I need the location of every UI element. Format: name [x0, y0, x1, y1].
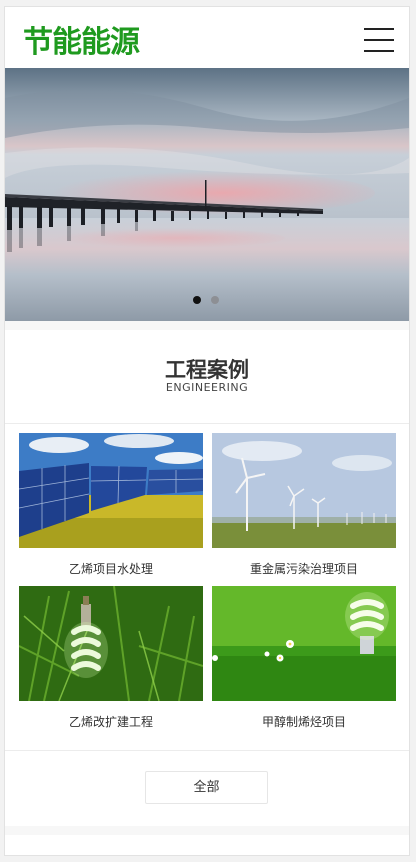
case-image-bulb-with-daisies — [212, 586, 396, 701]
slider-dot-active[interactable] — [193, 296, 201, 304]
menu-bar — [364, 28, 394, 30]
case-image-solar-panels — [19, 433, 203, 548]
case-card[interactable]: 甲醇制烯烃项目 — [212, 586, 396, 730]
site-header: 节能能源 — [5, 7, 409, 68]
page-frame: 节能能源 工程案例 ENGINEERING 乙烯项目水处理 重金属污染治理项目 … — [4, 6, 410, 856]
menu-bar — [364, 39, 394, 41]
case-image-wind-turbines — [212, 433, 396, 548]
case-caption: 乙烯项目水处理 — [68, 562, 153, 576]
engineering-section: 工程案例 ENGINEERING 乙烯项目水处理 重金属污染治理项目 乙烯改扩建… — [5, 330, 409, 826]
section-subtitle: ENGINEERING — [165, 381, 249, 394]
hero-banner[interactable] — [5, 68, 409, 321]
case-card[interactable]: 乙烯项目水处理 — [19, 433, 203, 577]
view-all-button[interactable]: 全部 — [145, 771, 268, 804]
banner-image — [5, 68, 409, 321]
case-card[interactable]: 乙烯改扩建工程 — [19, 586, 203, 730]
case-image-bulb-on-grass — [19, 586, 203, 701]
hamburger-menu-icon[interactable] — [364, 28, 394, 52]
case-card[interactable]: 重金属污染治理项目 — [212, 433, 396, 577]
bottom-strip — [5, 835, 409, 855]
case-caption: 乙烯改扩建工程 — [68, 715, 153, 729]
divider — [5, 750, 409, 751]
slider-dot[interactable] — [211, 296, 219, 304]
case-caption: 甲醇制烯烃项目 — [261, 715, 346, 729]
section-title: 工程案例 — [165, 358, 249, 382]
menu-bar — [364, 50, 394, 52]
site-logo[interactable]: 节能能源 — [23, 17, 140, 61]
case-caption: 重金属污染治理项目 — [249, 562, 358, 576]
divider — [5, 423, 409, 424]
